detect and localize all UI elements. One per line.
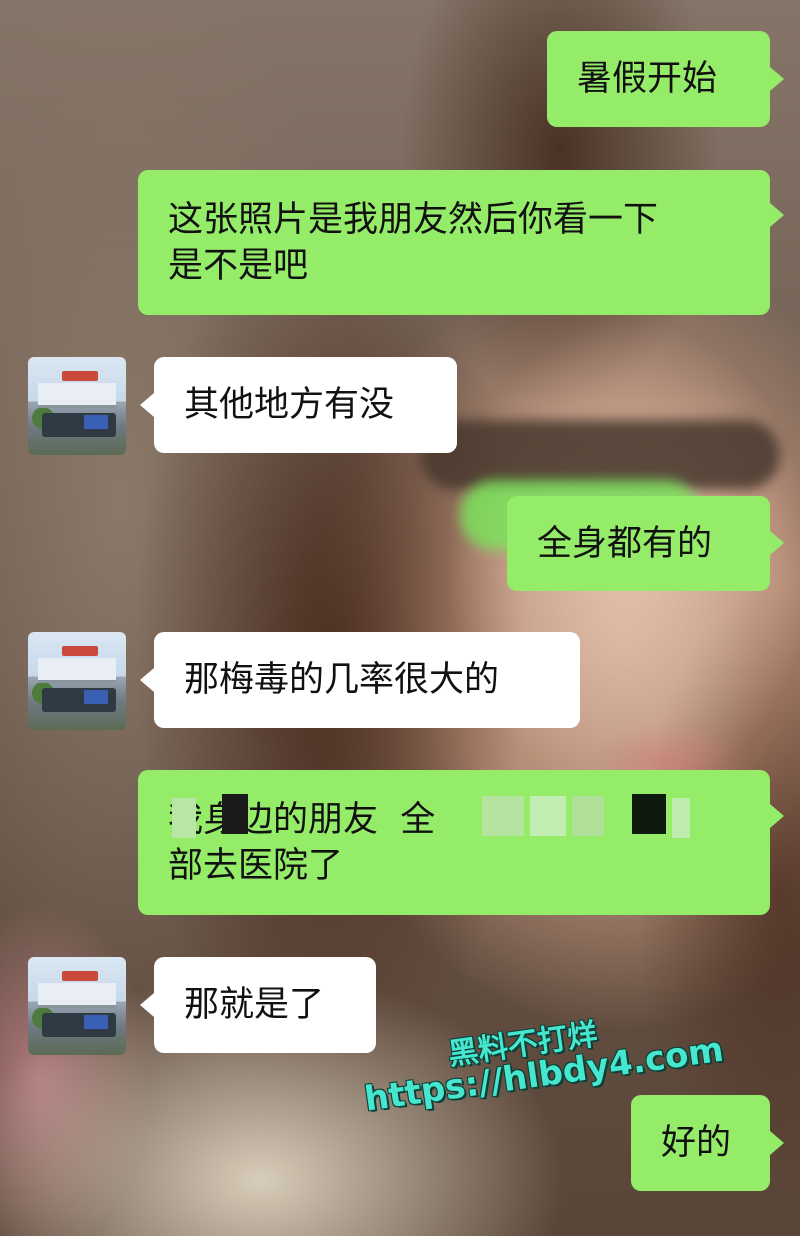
outgoing-message[interactable]: 这张照片是我朋友然后你看一下 是不是吧 (138, 170, 770, 315)
incoming-message[interactable]: 其他地方有没 (154, 357, 457, 453)
censor-mosaic (222, 794, 248, 834)
avatar-roof (62, 646, 98, 656)
bubble-tail (770, 67, 784, 91)
avatar-sign (84, 690, 108, 704)
contact-avatar[interactable] (28, 357, 126, 455)
bubble-tail (140, 668, 154, 692)
bubble-tail (140, 393, 154, 417)
contact-avatar[interactable] (28, 632, 126, 730)
censor-mosaic (572, 796, 604, 836)
avatar-building (38, 983, 116, 1008)
message-text: 其他地方有没 (184, 385, 395, 425)
contact-avatar[interactable] (28, 957, 126, 1055)
outgoing-message[interactable]: 全身都有的 (507, 496, 770, 591)
message-text: 那就是了 (184, 985, 325, 1025)
message-text: 那梅毒的几率很大的 (184, 660, 500, 700)
outgoing-message[interactable]: 我身边的朋友 全 部去医院了 (138, 770, 770, 915)
bubble-tail (770, 203, 784, 227)
outgoing-message[interactable]: 暑假开始 (547, 31, 770, 127)
censor-mosaic (632, 794, 666, 834)
censor-mosaic (482, 796, 524, 836)
message-text: 我身边的朋友 全 部去医院了 (168, 799, 436, 886)
bubble-tail (140, 993, 154, 1017)
avatar-roof (62, 371, 98, 381)
censor-mosaic (530, 796, 566, 836)
censor-mosaic (672, 798, 690, 838)
avatar-building (38, 383, 116, 408)
incoming-message[interactable]: 那梅毒的几率很大的 (154, 632, 580, 728)
message-text: 这张照片是我朋友然后你看一下 是不是吧 (168, 199, 659, 286)
bubble-tail (770, 531, 784, 555)
outgoing-message[interactable]: 好的 (631, 1095, 770, 1191)
bubble-tail (770, 1131, 784, 1155)
bubble-tail (770, 804, 784, 828)
avatar-roof (62, 971, 98, 981)
incoming-message[interactable]: 那就是了 (154, 957, 376, 1053)
censor-mosaic (172, 798, 196, 838)
message-text: 暑假开始 (577, 59, 718, 99)
message-text: 好的 (661, 1123, 732, 1163)
avatar-sign (84, 415, 108, 429)
chat-screenshot: 暑假开始 这张照片是我朋友然后你看一下 是不是吧 其他地方有没 全身都有的 那梅… (0, 0, 800, 1236)
avatar-sign (84, 1015, 108, 1029)
avatar-building (38, 658, 116, 683)
message-text: 全身都有的 (537, 523, 713, 564)
